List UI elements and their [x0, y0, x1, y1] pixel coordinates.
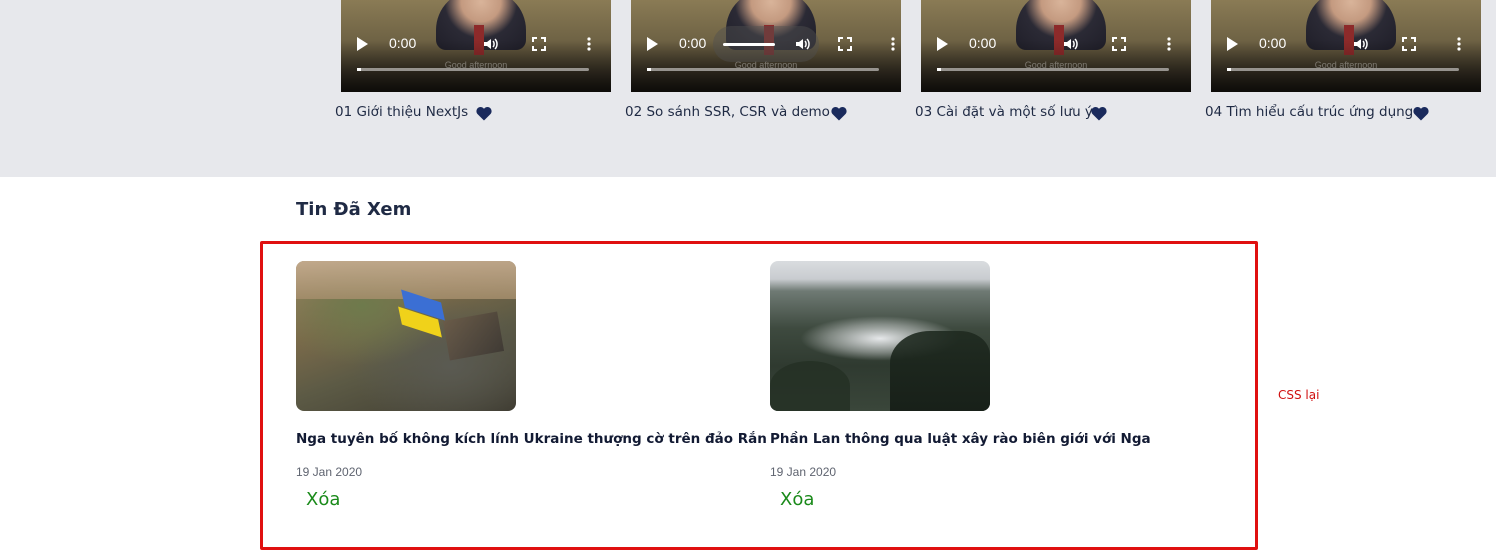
fullscreen-icon[interactable]: [1111, 36, 1127, 52]
more-options-icon[interactable]: [1451, 36, 1467, 52]
video-title[interactable]: 04 Tìm hiểu cấu trúc ứng dụng: [1205, 104, 1413, 120]
play-icon[interactable]: [937, 37, 948, 51]
video-title[interactable]: 01 Giới thiệu NextJs: [335, 104, 468, 120]
fullscreen-icon[interactable]: [531, 36, 547, 52]
video-progress-fill: [1227, 68, 1231, 71]
delete-button[interactable]: Xóa: [306, 489, 340, 510]
news-title[interactable]: Phần Lan thông qua luật xây rào biên giớ…: [770, 431, 1230, 447]
fullscreen-icon[interactable]: [837, 36, 853, 52]
video-progress-bar[interactable]: [647, 68, 879, 71]
volume-icon[interactable]: [483, 36, 499, 52]
video-strip: Good afternoon 0:00 01 Giới thiệu NextJs…: [0, 0, 1496, 177]
video-title[interactable]: 02 So sánh SSR, CSR và demo: [625, 104, 830, 120]
news-card: Phần Lan thông qua luật xây rào biên giớ…: [770, 261, 1230, 510]
news-card: Nga tuyên bố không kích lính Ukraine thư…: [296, 261, 767, 510]
news-date: 19 Jan 2020: [770, 465, 837, 479]
heart-icon[interactable]: [1091, 106, 1107, 121]
video-progress-bar[interactable]: [1227, 68, 1459, 71]
viewed-news-panel: Nga tuyên bố không kích lính Ukraine thư…: [260, 241, 1258, 550]
video-time: 0:00: [389, 35, 417, 51]
video-progress-bar[interactable]: [357, 68, 589, 71]
video-controls: 0:00: [1211, 28, 1481, 60]
volume-icon[interactable]: [795, 36, 811, 52]
heart-icon[interactable]: [1413, 106, 1429, 121]
video-time: 0:00: [679, 35, 707, 51]
video-progress-bar[interactable]: [937, 68, 1169, 71]
volume-slider[interactable]: [723, 43, 775, 46]
fullscreen-icon[interactable]: [1401, 36, 1417, 52]
video-time: 0:00: [1259, 35, 1287, 51]
play-icon[interactable]: [1227, 37, 1238, 51]
news-title[interactable]: Nga tuyên bố không kích lính Ukraine thư…: [296, 431, 767, 447]
thumbnail-trees-left: [770, 361, 850, 411]
video-controls: 0:00: [341, 28, 611, 60]
news-thumbnail[interactable]: [770, 261, 990, 411]
play-icon[interactable]: [647, 37, 658, 51]
video-controls: 0:00: [921, 28, 1191, 60]
thumbnail-trees-right: [890, 331, 990, 411]
video-title[interactable]: 03 Cài đặt và một số lưu ý: [915, 104, 1093, 120]
heart-icon[interactable]: [831, 106, 847, 121]
play-icon[interactable]: [357, 37, 368, 51]
delete-button[interactable]: Xóa: [780, 489, 814, 510]
heart-icon[interactable]: [476, 106, 492, 121]
more-options-icon[interactable]: [1161, 36, 1177, 52]
video-time: 0:00: [969, 35, 997, 51]
section-title: Tin Đã Xem: [296, 199, 412, 220]
video-progress-fill: [937, 68, 941, 71]
thumbnail-ruin: [442, 311, 505, 361]
volume-icon[interactable]: [1063, 36, 1079, 52]
annotation-note: CSS lại: [1278, 388, 1320, 402]
news-date: 19 Jan 2020: [296, 465, 363, 479]
video-controls: 0:00: [631, 26, 901, 62]
volume-icon[interactable]: [1353, 36, 1369, 52]
video-progress-fill: [357, 68, 361, 71]
more-options-icon[interactable]: [581, 36, 597, 52]
video-progress-fill: [647, 68, 651, 71]
news-thumbnail[interactable]: [296, 261, 516, 411]
more-options-icon[interactable]: [885, 36, 901, 52]
